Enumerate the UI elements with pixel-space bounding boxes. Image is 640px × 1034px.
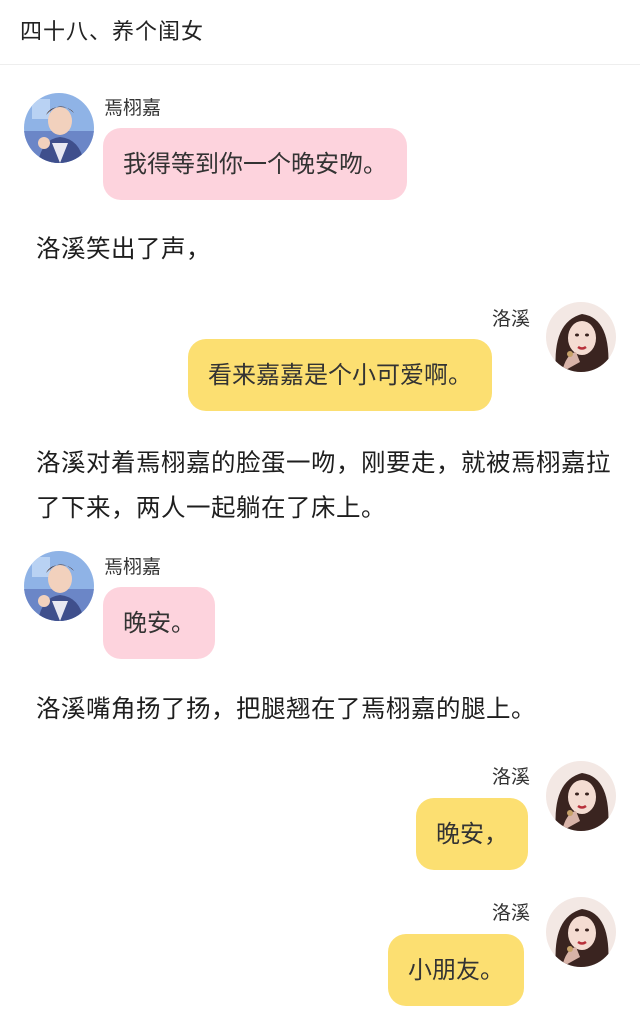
girl-avatar-icon[interactable] bbox=[546, 761, 616, 831]
boy-avatar-icon[interactable] bbox=[24, 551, 94, 621]
chat-bubble[interactable]: 看来嘉嘉是个小可爱啊。 bbox=[188, 339, 492, 411]
chapter-title: 四十八、养个闺女 bbox=[20, 20, 205, 45]
narration-text: 洛溪嘴角扬了扬，把腿翘在了焉栩嘉的腿上。 bbox=[36, 694, 536, 723]
girl-avatar-icon[interactable] bbox=[546, 302, 616, 372]
sender-name: 洛溪 bbox=[492, 766, 531, 788]
boy-avatar-icon[interactable] bbox=[24, 93, 94, 163]
sender-name: 焉栩嘉 bbox=[104, 556, 162, 578]
sender-name: 洛溪 bbox=[492, 902, 531, 924]
chat-bubble[interactable]: 晚安。 bbox=[103, 587, 215, 659]
chat-bubble[interactable]: 我得等到你一个晚安吻。 bbox=[103, 128, 407, 200]
chat-bubble[interactable]: 小朋友。 bbox=[388, 934, 524, 1006]
chapter-header: 四十八、养个闺女 bbox=[0, 0, 640, 65]
narration-text: 洛溪对着焉栩嘉的脸蛋一吻，刚要走，就被焉栩嘉拉了下来，两人一起躺在了床上。 bbox=[36, 448, 611, 522]
girl-avatar-icon[interactable] bbox=[546, 897, 616, 967]
chat-bubble[interactable]: 晚安， bbox=[416, 798, 528, 870]
sender-name: 焉栩嘉 bbox=[104, 97, 162, 119]
sender-name: 洛溪 bbox=[492, 308, 531, 330]
narration-text: 洛溪笑出了声， bbox=[36, 234, 211, 263]
